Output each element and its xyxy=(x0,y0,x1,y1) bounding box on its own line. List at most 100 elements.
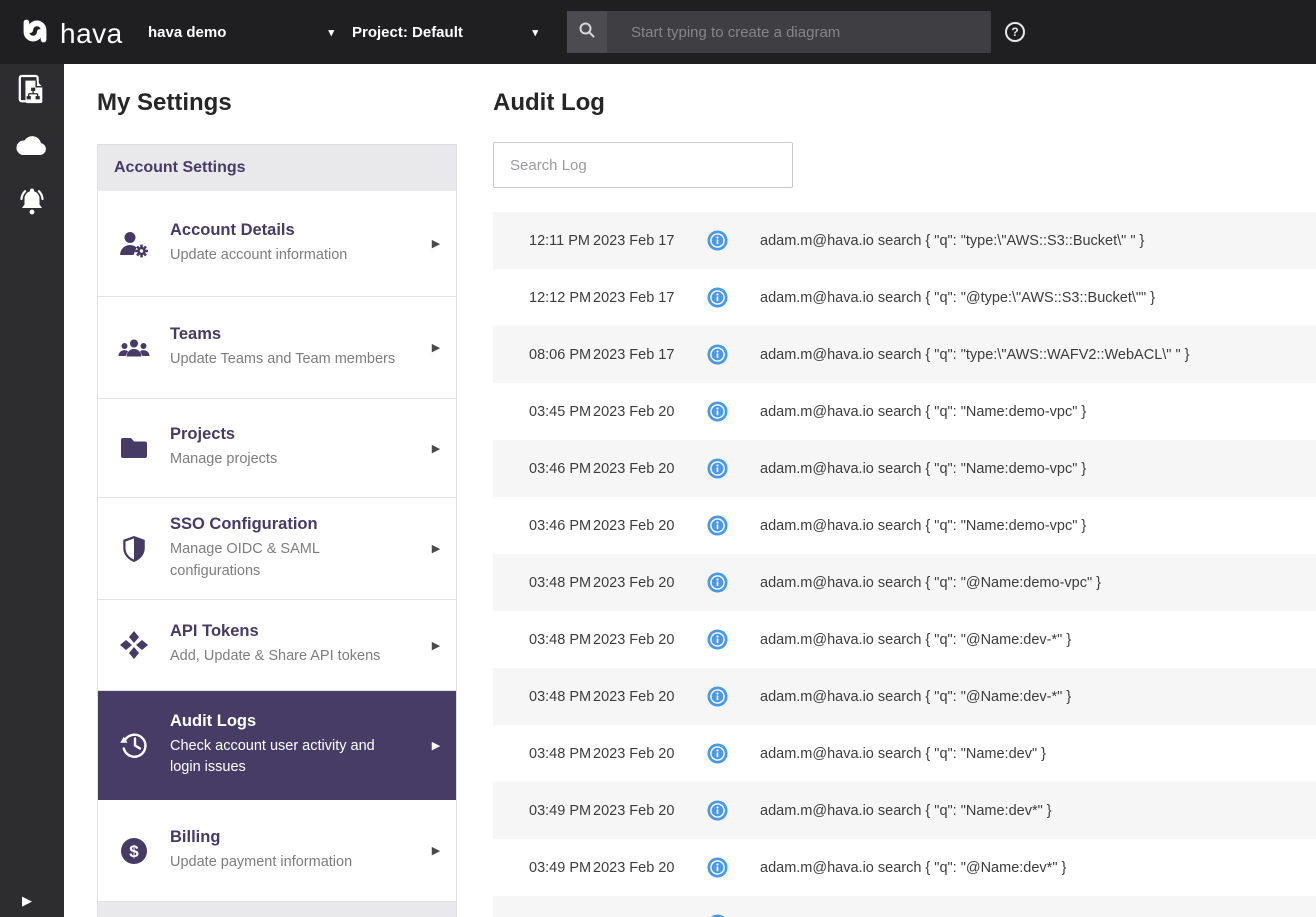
audit-log-search-input[interactable] xyxy=(493,142,793,188)
log-date: 2023 Feb 20 xyxy=(593,403,675,420)
svg-text:$: $ xyxy=(129,842,139,861)
account-settings-header: Account Settings xyxy=(98,145,456,191)
sidebar-item-diagrams[interactable] xyxy=(0,64,64,120)
cloud-icon xyxy=(15,133,49,164)
settings-item-billing[interactable]: $ Billing Update payment information ▶ xyxy=(98,800,456,902)
workspace-dropdown[interactable]: hava demo ▾ xyxy=(148,0,334,64)
chevron-right-icon: ▶ xyxy=(431,639,441,652)
audit-history-icon xyxy=(98,729,170,761)
info-icon[interactable] xyxy=(693,629,760,650)
info-icon[interactable] xyxy=(693,287,760,308)
top-navbar: hava hava demo ▾ Project: Default ▾ ? xyxy=(0,0,1316,64)
log-message: adam.m@hava.io search { "q": "@type:\"AW… xyxy=(760,289,1156,306)
settings-item-teams[interactable]: Teams Update Teams and Team members ▶ xyxy=(98,297,456,399)
diagram-search xyxy=(567,11,991,53)
audit-log-row: 03:48 PM 2023 Feb 20 adam.m@hava.io sear… xyxy=(493,668,1316,725)
log-time: 12:12 PM xyxy=(529,289,592,306)
sso-shield-icon xyxy=(98,533,170,565)
item-title: Billing xyxy=(170,827,221,846)
item-subtitle: Check account user activity and login is… xyxy=(170,737,375,775)
log-message: adam.m@hava.io search { "q": "Name:demo-… xyxy=(760,460,1087,477)
search-icon-button[interactable] xyxy=(567,11,607,53)
log-time: 12:11 PM xyxy=(529,232,590,249)
main-content: My Settings Audit Log Account Settings A… xyxy=(64,64,1316,917)
icon-sidebar: ▶ xyxy=(0,64,64,917)
log-message: adam.m@hava.io search { "q": "@Name:dev-… xyxy=(760,688,1072,705)
log-message: adam.m@hava.io search { "q": "Name:dev*"… xyxy=(760,802,1052,819)
log-date: 2023 Feb 20 xyxy=(593,745,675,762)
item-subtitle: Update account information xyxy=(170,246,348,263)
audit-log-row: 03:48 PM 2023 Feb 20 adam.m@hava.io sear… xyxy=(493,611,1316,668)
diagram-search-input[interactable] xyxy=(607,11,991,53)
item-subtitle: Manage OIDC & SAML configurations xyxy=(170,541,320,579)
info-icon[interactable] xyxy=(693,686,760,707)
item-title: SSO Configuration xyxy=(170,515,318,534)
item-title: Projects xyxy=(170,425,236,444)
project-dropdown[interactable]: Project: Default ▾ xyxy=(352,0,538,64)
log-date: 2023 Feb 20 xyxy=(593,460,675,477)
settings-item-api-tokens[interactable]: API Tokens Add, Update & Share API token… xyxy=(98,600,456,691)
sidebar-expand-arrow-icon[interactable]: ▶ xyxy=(22,893,32,909)
item-subtitle: Add, Update & Share API tokens xyxy=(170,648,381,665)
info-icon[interactable] xyxy=(693,572,760,593)
settings-item-account-details[interactable]: Account Details Update account informati… xyxy=(98,191,456,297)
log-date: 2023 Feb 20 xyxy=(593,859,675,876)
hava-logo[interactable]: hava xyxy=(16,12,123,55)
audit-log-title: Audit Log xyxy=(493,89,605,116)
log-date: 2023 Feb 20 xyxy=(593,574,675,591)
info-icon[interactable] xyxy=(693,401,760,422)
log-message: adam.m@hava.io search { "q": "@Name:dev-… xyxy=(760,631,1072,648)
item-title: Teams xyxy=(170,324,222,343)
item-title: Audit Logs xyxy=(170,711,257,730)
projects-folder-icon xyxy=(98,436,170,460)
brand-name: hava xyxy=(60,17,123,49)
log-time: 08:06 PM xyxy=(529,346,592,363)
search-icon xyxy=(577,20,597,45)
settings-menu: Account Settings Account Details Update … xyxy=(97,144,457,917)
info-icon[interactable] xyxy=(693,800,760,821)
log-message: adam.m@hava.io search { "q": "@Name:dev*… xyxy=(760,859,1067,876)
info-icon[interactable] xyxy=(693,515,760,536)
settings-item-sso-configuration[interactable]: SSO Configuration Manage OIDC & SAML con… xyxy=(98,498,456,600)
next-section-header-partial xyxy=(98,902,456,917)
audit-log-row: 03:45 PM 2023 Feb 20 adam.m@hava.io sear… xyxy=(493,383,1316,440)
chevron-down-icon: ▾ xyxy=(532,26,538,39)
audit-log-row xyxy=(493,896,1316,917)
item-title: API Tokens xyxy=(170,622,259,641)
log-message: adam.m@hava.io search { "q": "Name:demo-… xyxy=(760,517,1087,534)
bell-icon xyxy=(15,186,49,223)
log-date: 2023 Feb 20 xyxy=(593,688,675,705)
hava-logo-icon xyxy=(16,12,54,55)
log-time: 03:48 PM xyxy=(529,631,592,648)
log-date: 2023 Feb 17 xyxy=(593,346,675,363)
audit-log-row: 08:06 PM 2023 Feb 17 adam.m@hava.io sear… xyxy=(493,326,1316,383)
log-time: 03:49 PM xyxy=(529,859,592,876)
audit-log-row: 03:46 PM 2023 Feb 20 adam.m@hava.io sear… xyxy=(493,497,1316,554)
audit-log-row: 03:49 PM 2023 Feb 20 adam.m@hava.io sear… xyxy=(493,839,1316,896)
log-date: 2023 Feb 20 xyxy=(593,631,675,648)
info-icon[interactable] xyxy=(693,857,760,878)
log-date: 2023 Feb 17 xyxy=(593,289,675,306)
item-subtitle: Update payment information xyxy=(170,853,353,870)
item-subtitle: Update Teams and Team members xyxy=(170,350,396,367)
settings-item-audit-logs[interactable]: Audit Logs Check account user activity a… xyxy=(98,691,456,800)
info-icon[interactable] xyxy=(693,344,760,365)
log-time: 03:48 PM xyxy=(529,745,592,762)
log-message: adam.m@hava.io search { "q": "@Name:demo… xyxy=(760,574,1101,591)
sidebar-item-sources[interactable] xyxy=(0,120,64,176)
log-message: adam.m@hava.io search { "q": "type:\"AWS… xyxy=(760,346,1190,363)
chevron-right-icon: ▶ xyxy=(431,442,441,455)
settings-item-projects[interactable]: Projects Manage projects ▶ xyxy=(98,399,456,498)
audit-log-row: 03:49 PM 2023 Feb 20 adam.m@hava.io sear… xyxy=(493,782,1316,839)
info-icon[interactable] xyxy=(693,743,760,764)
diagrams-icon xyxy=(17,72,47,113)
settings-page-title: My Settings xyxy=(97,89,232,116)
log-date: 2023 Feb 20 xyxy=(593,802,675,819)
help-icon[interactable]: ? xyxy=(1005,22,1025,42)
info-icon[interactable] xyxy=(693,458,760,479)
log-message: adam.m@hava.io search { "q": "type:\"AWS… xyxy=(760,232,1145,249)
chevron-right-icon: ▶ xyxy=(431,342,441,354)
info-icon[interactable] xyxy=(693,230,760,251)
chevron-right-icon: ▶ xyxy=(431,739,441,752)
sidebar-item-alerts[interactable] xyxy=(0,176,64,232)
